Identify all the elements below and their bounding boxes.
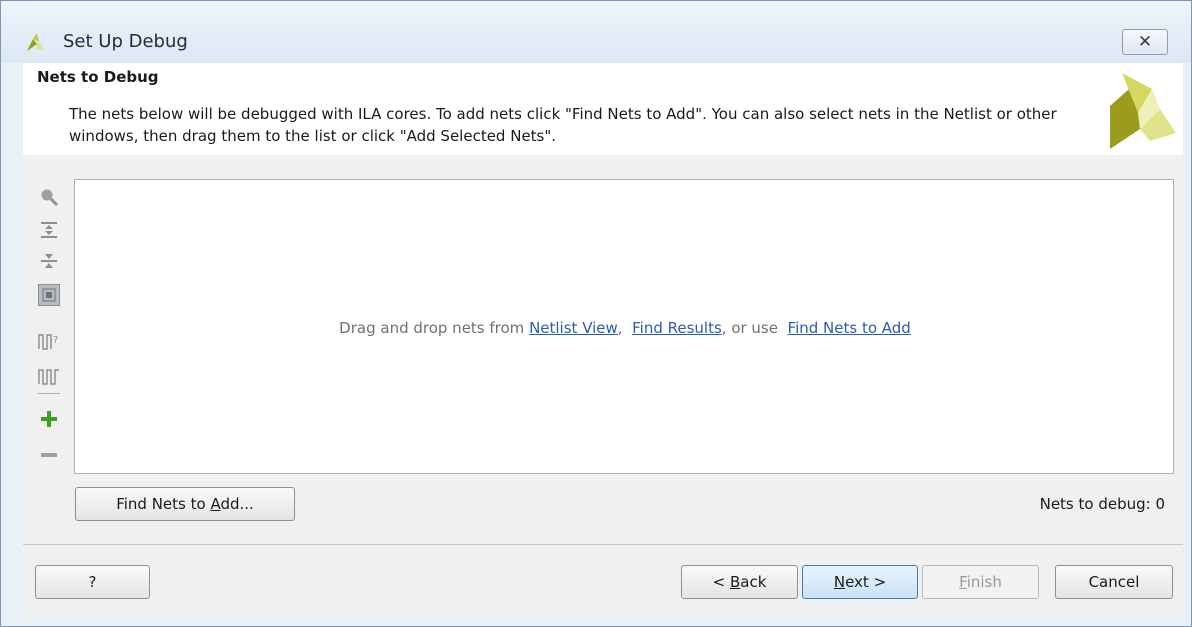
remove-icon[interactable]	[38, 444, 60, 466]
next-button[interactable]: Next >	[802, 565, 918, 599]
select-all-icon[interactable]	[38, 284, 60, 306]
title-bar: Set Up Debug ✕	[1, 1, 1191, 63]
collapse-all-icon[interactable]	[38, 250, 60, 272]
find-nets-button[interactable]: Find Nets to Add...	[75, 487, 295, 521]
toolbar-separator	[38, 393, 60, 394]
empty-hint: Drag and drop nets from Netlist View, Fi…	[75, 319, 1175, 337]
back-button[interactable]: < Back	[681, 565, 798, 599]
find-nets-label: Find Nets to Add...	[116, 495, 254, 513]
finish-button: Finish	[922, 565, 1039, 599]
finish-label: Finish	[959, 573, 1002, 591]
nets-count: Nets to debug: 0	[1039, 495, 1165, 513]
search-icon[interactable]	[38, 186, 60, 208]
content-panel: ? Drag and drop nets from Netlist View, …	[23, 156, 1183, 618]
expand-all-icon[interactable]	[38, 219, 60, 241]
page-description: The nets below will be debugged with ILA…	[69, 105, 1057, 145]
help-label: ?	[88, 573, 97, 591]
vendor-logo-icon	[1110, 73, 1176, 149]
page-title: Nets to Debug	[37, 68, 159, 86]
add-icon[interactable]	[38, 408, 60, 430]
hint-separator: , or use	[721, 319, 788, 337]
close-button[interactable]: ✕	[1122, 29, 1168, 55]
nets-list[interactable]: Drag and drop nets from Netlist View, Fi…	[74, 179, 1174, 474]
svg-text:?: ?	[53, 335, 58, 346]
footer-divider	[23, 544, 1183, 545]
back-label: < Back	[712, 573, 767, 591]
close-icon: ✕	[1137, 32, 1153, 52]
next-label: Next >	[833, 573, 887, 591]
hint-separator: ,	[617, 319, 633, 337]
cancel-button[interactable]: Cancel	[1055, 565, 1173, 599]
waveform-icon[interactable]	[38, 365, 60, 387]
probe-type-icon[interactable]: ?	[38, 330, 60, 352]
app-logo-icon	[27, 33, 44, 51]
cancel-label: Cancel	[1088, 573, 1140, 591]
dialog-window: Set Up Debug ✕ Nets to Debug The nets be…	[0, 0, 1192, 627]
find-nets-link[interactable]: Find Nets to Add	[788, 319, 911, 337]
hint-text: Drag and drop nets from	[339, 319, 530, 337]
find-results-link[interactable]: Find Results	[632, 319, 722, 337]
window-title: Set Up Debug	[63, 31, 188, 52]
help-button[interactable]: ?	[35, 565, 150, 599]
netlist-view-link[interactable]: Netlist View	[529, 319, 618, 337]
page-header: Nets to Debug The nets below will be deb…	[23, 63, 1183, 155]
